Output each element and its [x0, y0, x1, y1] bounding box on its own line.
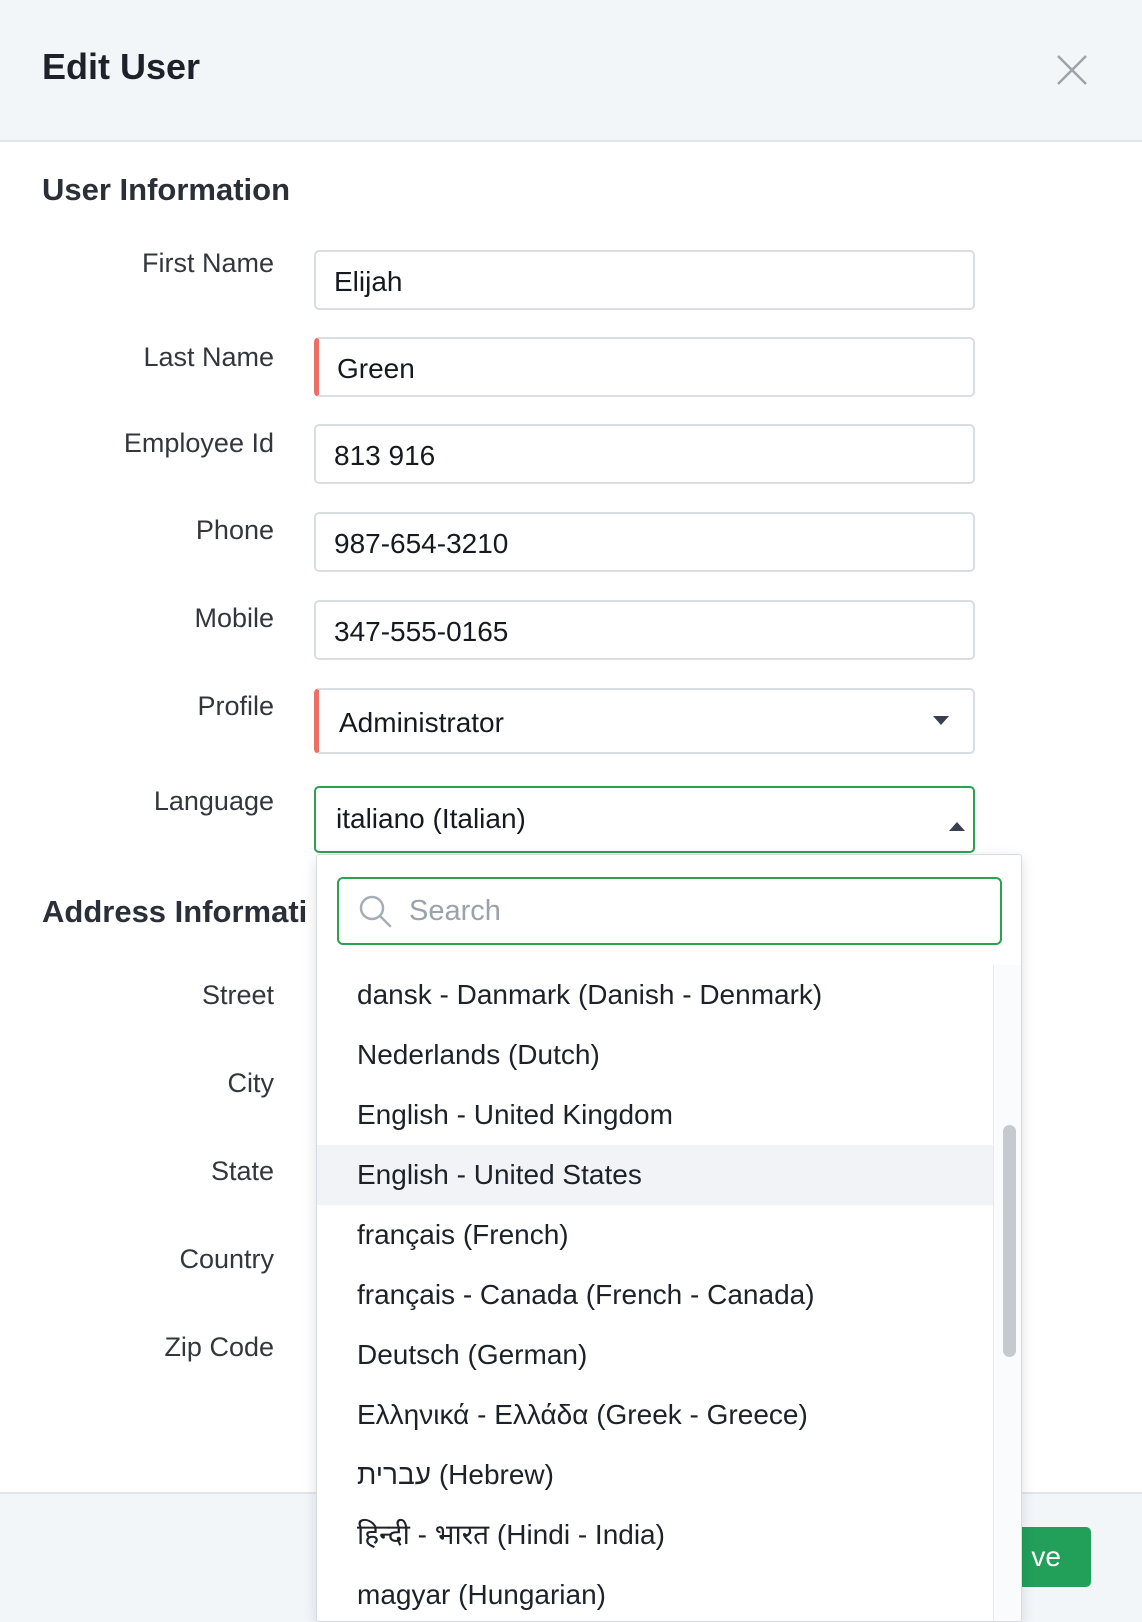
last-name-label: Last Name: [143, 342, 274, 372]
language-option[interactable]: Ελληνικά - Ελλάδα (Greek - Greece): [317, 1385, 993, 1445]
employee-id-field[interactable]: 813 916: [314, 424, 975, 484]
user-information-heading: User Information: [42, 172, 291, 207]
language-option[interactable]: Deutsch (German): [317, 1325, 993, 1385]
first-name-label: First Name: [141, 248, 274, 278]
last-name-field[interactable]: Green: [314, 337, 975, 397]
close-icon[interactable]: [1052, 50, 1092, 90]
city-label: City: [227, 1068, 275, 1098]
profile-value: Administrator: [339, 707, 504, 738]
phone-field[interactable]: 987-654-3210: [314, 512, 975, 572]
mobile-label: Mobile: [194, 603, 274, 633]
language-option[interactable]: עברית (Hebrew): [317, 1445, 993, 1505]
state-label: State: [210, 1156, 274, 1186]
first-name-field[interactable]: Elijah: [314, 250, 975, 310]
language-option[interactable]: dansk - Danmark (Danish - Denmark): [317, 965, 993, 1025]
employee-id-value: 813 916: [334, 440, 436, 471]
chevron-up-icon: [949, 822, 965, 831]
modal-header: Edit User: [0, 0, 1142, 142]
language-option[interactable]: English - United Kingdom: [317, 1085, 993, 1145]
language-option[interactable]: Nederlands (Dutch): [317, 1025, 993, 1085]
profile-label: Profile: [197, 691, 274, 721]
phone-label: Phone: [195, 515, 274, 545]
search-input[interactable]: Search: [337, 877, 1002, 945]
mobile-field[interactable]: 347-555-0165: [314, 600, 975, 660]
language-option[interactable]: magyar (Hungarian): [317, 1565, 993, 1621]
phone-value: 987-654-3210: [334, 528, 509, 559]
language-dropdown[interactable]: Search dansk - Danmark (Danish - Denmark…: [316, 854, 1022, 1622]
country-label: Country: [179, 1244, 274, 1274]
save-button-label: ve: [1031, 1541, 1061, 1572]
search-placeholder: Search: [409, 895, 501, 927]
dropdown-scrollbar[interactable]: [993, 965, 1021, 1621]
street-label: Street: [201, 980, 274, 1010]
language-select[interactable]: italiano (Italian): [314, 786, 975, 853]
address-information-heading: Address Informati: [42, 894, 308, 929]
language-option[interactable]: English - United States: [317, 1145, 993, 1205]
first-name-value: Elijah: [334, 266, 403, 297]
language-value: italiano (Italian): [336, 803, 526, 834]
language-option[interactable]: français - Canada (French - Canada): [317, 1265, 993, 1325]
last-name-value: Green: [337, 353, 415, 384]
mobile-value: 347-555-0165: [334, 616, 509, 647]
scrollbar-thumb[interactable]: [1003, 1125, 1016, 1357]
chevron-down-icon: [933, 716, 949, 725]
profile-select[interactable]: Administrator: [314, 688, 975, 754]
language-label: Language: [153, 786, 274, 816]
search-icon: [359, 895, 392, 928]
language-option[interactable]: हिन्दी - भारत (Hindi - India): [317, 1505, 993, 1565]
modal-title: Edit User: [42, 46, 201, 87]
zip-code-label: Zip Code: [164, 1332, 274, 1362]
employee-id-label: Employee Id: [123, 428, 274, 458]
language-option[interactable]: français (French): [317, 1205, 993, 1265]
language-options: dansk - Danmark (Danish - Denmark) Neder…: [317, 965, 993, 1621]
